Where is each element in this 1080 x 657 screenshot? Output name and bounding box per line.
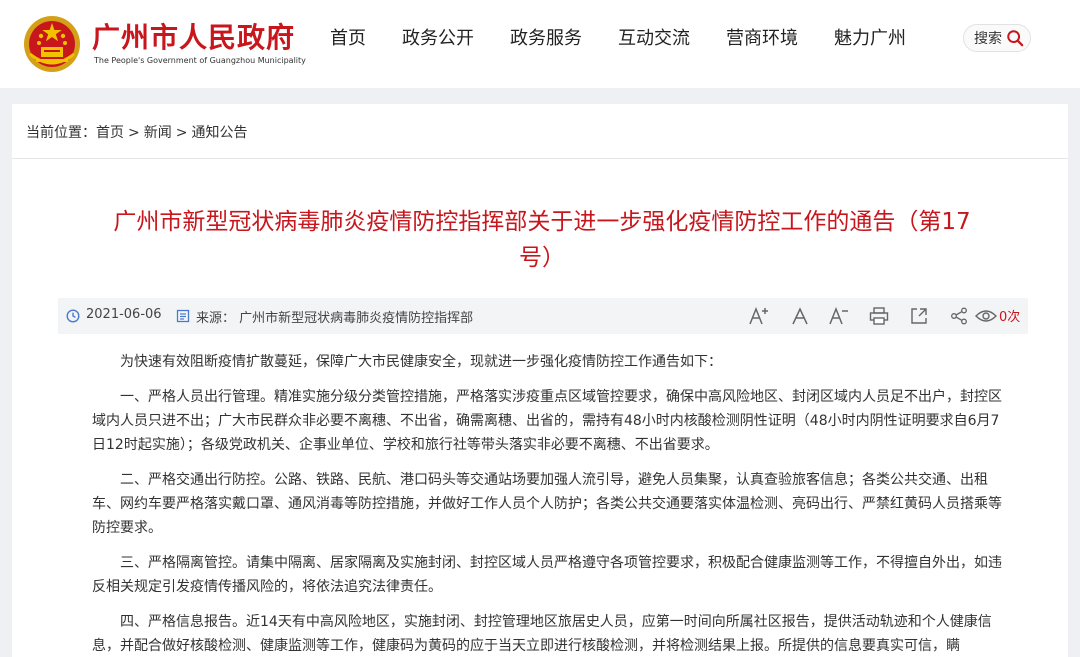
breadcrumb: 当前位置：首页 > 新闻 > 通知公告 — [26, 122, 247, 142]
breadcrumb-news[interactable]: 新闻 — [144, 125, 172, 141]
nav-item-home[interactable]: 首页 — [330, 26, 366, 52]
font-decrease-icon — [829, 306, 848, 325]
publish-date: 2021-06-06 — [86, 307, 162, 322]
view-count: 0次 — [999, 310, 1021, 325]
font-normal-icon — [792, 307, 808, 325]
document-icon — [176, 309, 190, 323]
article-paragraph: 为快速有效阻断疫情扩散蔓延，保障广大市民健康安全，现就进一步强化疫情防控工作通告… — [120, 354, 722, 370]
search-icon — [1007, 30, 1024, 47]
breadcrumb-prefix: 当前位置： — [26, 125, 96, 141]
nav-item-business-environment[interactable]: 营商环境 — [726, 26, 798, 52]
article-meta-bar: 2021-06-06 来源： 广州市新型冠状病毒肺炎疫情防控指挥部 0次 — [58, 298, 1028, 334]
main-nav: 首页 政务公开 政务服务 互动交流 营商环境 魅力广州 — [330, 26, 942, 52]
article-container: 当前位置：首页 > 新闻 > 通知公告 广州市新型冠状病毒肺炎疫情防控指挥部关于进一步强… — [12, 104, 1068, 657]
article-paragraph: 四、严格信息报告。近14天有中高风险地区，实施封闭、封控管理地区旅居史人员，应第… — [92, 614, 992, 654]
search-button[interactable]: 搜索 — [963, 24, 1031, 52]
article-body: 为快速有效阻断疫情扩散蔓延，保障广大市民健康安全，现就进一步强化疫情防控工作通告… — [92, 350, 1008, 657]
share-external-icon — [911, 308, 927, 324]
nav-item-government-services[interactable]: 政务服务 — [510, 26, 582, 52]
eye-icon — [975, 310, 997, 322]
search-label: 搜索 — [974, 31, 1002, 47]
share-button[interactable] — [948, 305, 970, 327]
national-emblem-icon[interactable] — [22, 14, 82, 74]
font-increase-icon — [749, 306, 768, 325]
breadcrumb-notices[interactable]: 通知公告 — [191, 125, 247, 141]
print-icon — [869, 307, 889, 325]
article-paragraph: 三、严格隔离管控。请集中隔离、居家隔离及实施封闭、封控区域人员严格遵守各项管控要… — [92, 555, 1002, 595]
share-external-button[interactable] — [908, 305, 930, 327]
article-title: 广州市新型冠状病毒肺炎疫情防控指挥部关于进一步强化疫情防控工作的通告（第17号） — [113, 209, 971, 271]
font-decrease-button[interactable] — [828, 305, 850, 327]
site-subtitle: The People's Government of Guangzhou Mun… — [94, 56, 306, 65]
nav-item-interaction[interactable]: 互动交流 — [618, 26, 690, 52]
breadcrumb-separator: > — [128, 125, 140, 141]
print-button[interactable] — [868, 305, 890, 327]
nav-item-government-affairs[interactable]: 政务公开 — [402, 26, 474, 52]
article-source: 来源： 广州市新型冠状病毒肺炎疫情防控指挥部 — [196, 311, 474, 326]
views-indicator — [974, 305, 998, 327]
nav-item-charm-guangzhou[interactable]: 魅力广州 — [834, 26, 906, 52]
article-paragraph: 二、严格交通出行防控。公路、铁路、民航、港口码头等交通站场要加强人流引导，避免人… — [92, 472, 1002, 536]
font-normal-button[interactable] — [789, 305, 811, 327]
calendar-icon — [66, 309, 80, 323]
font-increase-button[interactable] — [748, 305, 770, 327]
share-icon — [951, 307, 967, 325]
divider — [12, 158, 1068, 159]
breadcrumb-home[interactable]: 首页 — [96, 125, 124, 141]
breadcrumb-separator: > — [175, 125, 188, 141]
site-header: 广州市人民政府 The People's Government of Guang… — [0, 0, 1080, 88]
article-paragraph: 一、严格人员出行管理。精准实施分级分类管控措施，严格落实涉疫重点区域管控要求，确… — [92, 389, 1002, 453]
site-title[interactable]: 广州市人民政府 — [92, 16, 295, 56]
